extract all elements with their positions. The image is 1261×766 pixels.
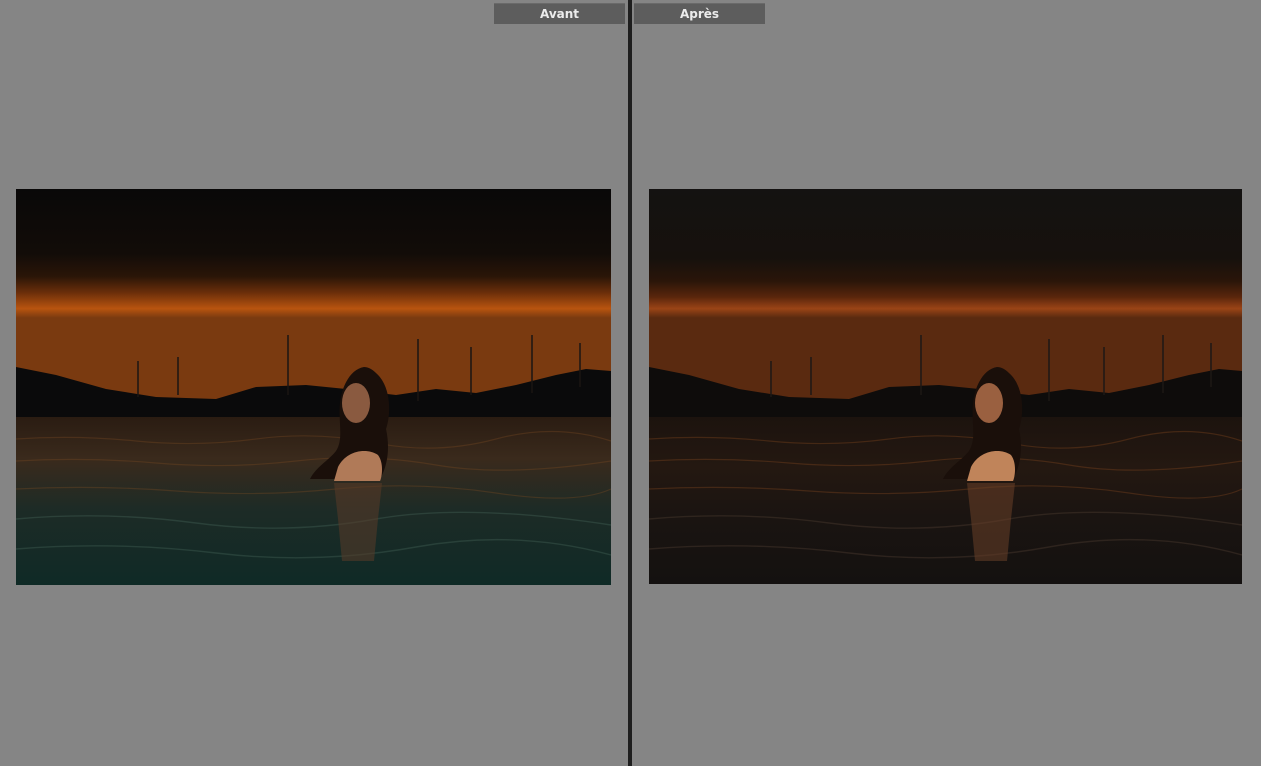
before-label: Avant xyxy=(494,3,625,24)
before-photo-image xyxy=(16,189,611,585)
before-photo xyxy=(16,189,611,585)
before-after-compare-view: Avant Après xyxy=(0,0,1261,766)
after-photo-image xyxy=(649,189,1242,584)
before-pane: Avant xyxy=(0,0,628,766)
after-photo xyxy=(649,189,1242,584)
after-pane: Après xyxy=(632,0,1261,766)
after-label: Après xyxy=(634,3,765,24)
